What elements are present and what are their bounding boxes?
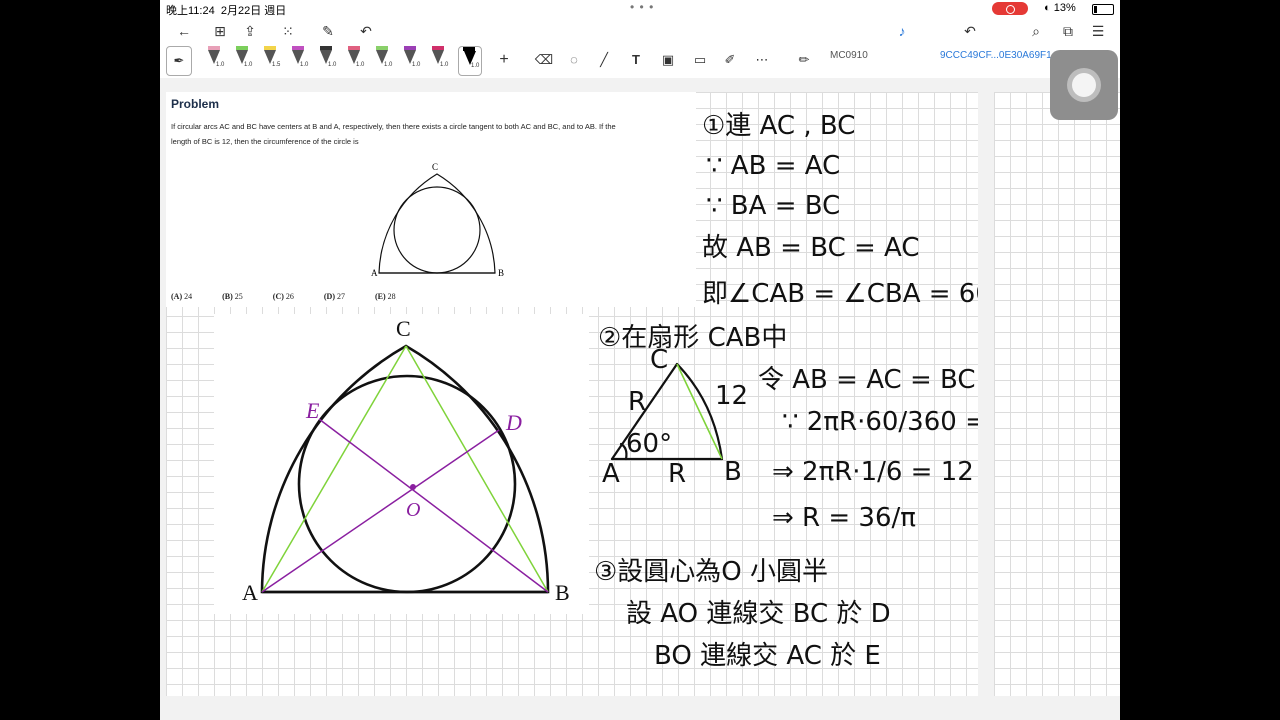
tab-active[interactable]: 9CCC49CF...0E30A69F1 — [940, 50, 1052, 61]
note-5: 即∠CAB = ∠CBA = 60° — [702, 279, 978, 309]
share-icon[interactable]: ⇪ — [240, 21, 260, 41]
status-time: 晚上11:24 2月22日 週日 — [166, 5, 287, 17]
pen-tool-2[interactable]: 1.0 — [232, 46, 252, 74]
assistive-touch-icon[interactable] — [1050, 50, 1118, 120]
main-diagram: A B C E D O C A B R R 12 60° ①連 AC , BC … — [214, 111, 978, 671]
note-1: ①連 AC , BC — [702, 111, 855, 141]
tri-label-b: B — [724, 457, 742, 487]
grid-view-icon[interactable]: ⊞ — [210, 21, 230, 41]
note-6: ②在扇形 CAB中 — [598, 323, 787, 353]
screen-record-icon[interactable] — [992, 2, 1028, 15]
next-page[interactable] — [994, 92, 1120, 696]
diagram-label-c: C — [396, 316, 411, 341]
tri-label-angle: 60° — [626, 429, 672, 459]
note-8: ∵ 2πR·60/360 = 12 — [782, 407, 978, 437]
status-bar: 晚上11:24 2月22日 週日 • • • ◐ 13% — [160, 0, 1120, 18]
app-screen: 晚上11:24 2月22日 週日 • • • ◐ 13% ← ⊞ ⇪ ⁙ ✎ ↶… — [160, 0, 1120, 720]
pen-tool-4[interactable]: 1.0 — [288, 46, 308, 74]
more-icon[interactable]: ⋯ — [752, 46, 772, 74]
pen-mode-icon[interactable]: ✒ — [166, 46, 192, 76]
note-4: 故 AB = BC = AC — [702, 233, 920, 263]
eraser-icon[interactable]: ⌫ — [534, 46, 554, 74]
diagram-label-d: D — [505, 410, 522, 435]
battery-label: ◐ 13% — [1044, 2, 1076, 14]
note-3: ∵ BA = BC — [706, 191, 840, 221]
line-icon[interactable]: ╱ — [594, 46, 614, 74]
note-10: ⇒ R = 36/π — [772, 503, 916, 533]
tri-label-r-base: R — [668, 459, 686, 489]
multitask-dots-icon[interactable]: • • • — [630, 0, 654, 14]
microphone-icon[interactable]: ♪ — [892, 21, 912, 41]
text-tool-icon[interactable]: T — [626, 46, 646, 74]
comment-icon[interactable]: ▭ — [690, 46, 710, 74]
note-page[interactable]: Problem If circular arcs AC and BC have … — [166, 92, 978, 696]
apps-grid-icon[interactable]: ⁙ — [278, 21, 298, 41]
pen-tool-8[interactable]: 1.0 — [400, 46, 420, 74]
diagram-label-o: O — [406, 499, 420, 521]
pen-tool-1[interactable]: 1.0 — [204, 46, 224, 74]
battery-icon — [1092, 4, 1114, 15]
pen-tool-10[interactable]: 1.0 — [458, 46, 482, 76]
pen-tool-6[interactable]: 1.0 — [344, 46, 364, 74]
pen-tool-3[interactable]: 1.5 — [260, 46, 280, 74]
lasso-icon[interactable]: ◌ — [564, 46, 584, 74]
undo-icon[interactable]: ↶ — [356, 21, 376, 41]
note-12: 設 AO 連線交 BC 於 D — [626, 599, 891, 629]
note-7: 令 AB = AC = BC = R — [758, 365, 978, 395]
menu-icon[interactable]: ☰ — [1088, 21, 1108, 41]
tri-label-arc: 12 — [715, 381, 748, 411]
back-arrow-icon[interactable]: ← — [174, 21, 194, 41]
tab-inactive[interactable]: MC0910 — [830, 50, 868, 61]
diagram-label-b: B — [555, 580, 570, 605]
note-9: ⇒ 2πR·1/6 = 12 — [772, 457, 974, 487]
note-13: BO 連線交 AC 於 E — [654, 641, 881, 671]
nav-bar: ← ⊞ ⇪ ⁙ ✎ ↶ ♪ ↶ ⌕ ⧉ ☰ — [160, 18, 1120, 44]
diagram-label-a: A — [242, 580, 258, 605]
bookmark-icon[interactable]: ⧉ — [1058, 21, 1078, 41]
tri-label-a: A — [602, 459, 620, 489]
search-icon[interactable]: ⌕ — [1026, 21, 1046, 41]
note-2: ∵ AB = AC — [706, 151, 840, 181]
tri-label-r-side: R — [628, 387, 646, 417]
pen-tool-9[interactable]: 1.0 — [428, 46, 448, 74]
pen-tool-5[interactable]: 1.0 — [316, 46, 336, 74]
pencil-mode-icon[interactable]: ✏ — [794, 46, 814, 74]
note-11: ③設圓心為O 小圓半 — [594, 557, 828, 587]
add-pen-icon[interactable]: + — [494, 46, 514, 74]
image-icon[interactable]: ▣ — [658, 46, 678, 74]
undo-right-icon[interactable]: ↶ — [960, 21, 980, 41]
edit-document-icon[interactable]: ✎ — [318, 21, 338, 41]
highlighter-icon[interactable]: ✐ — [720, 46, 740, 74]
pen-tool-7[interactable]: 1.0 — [372, 46, 392, 74]
diagram-label-e: E — [305, 398, 320, 423]
